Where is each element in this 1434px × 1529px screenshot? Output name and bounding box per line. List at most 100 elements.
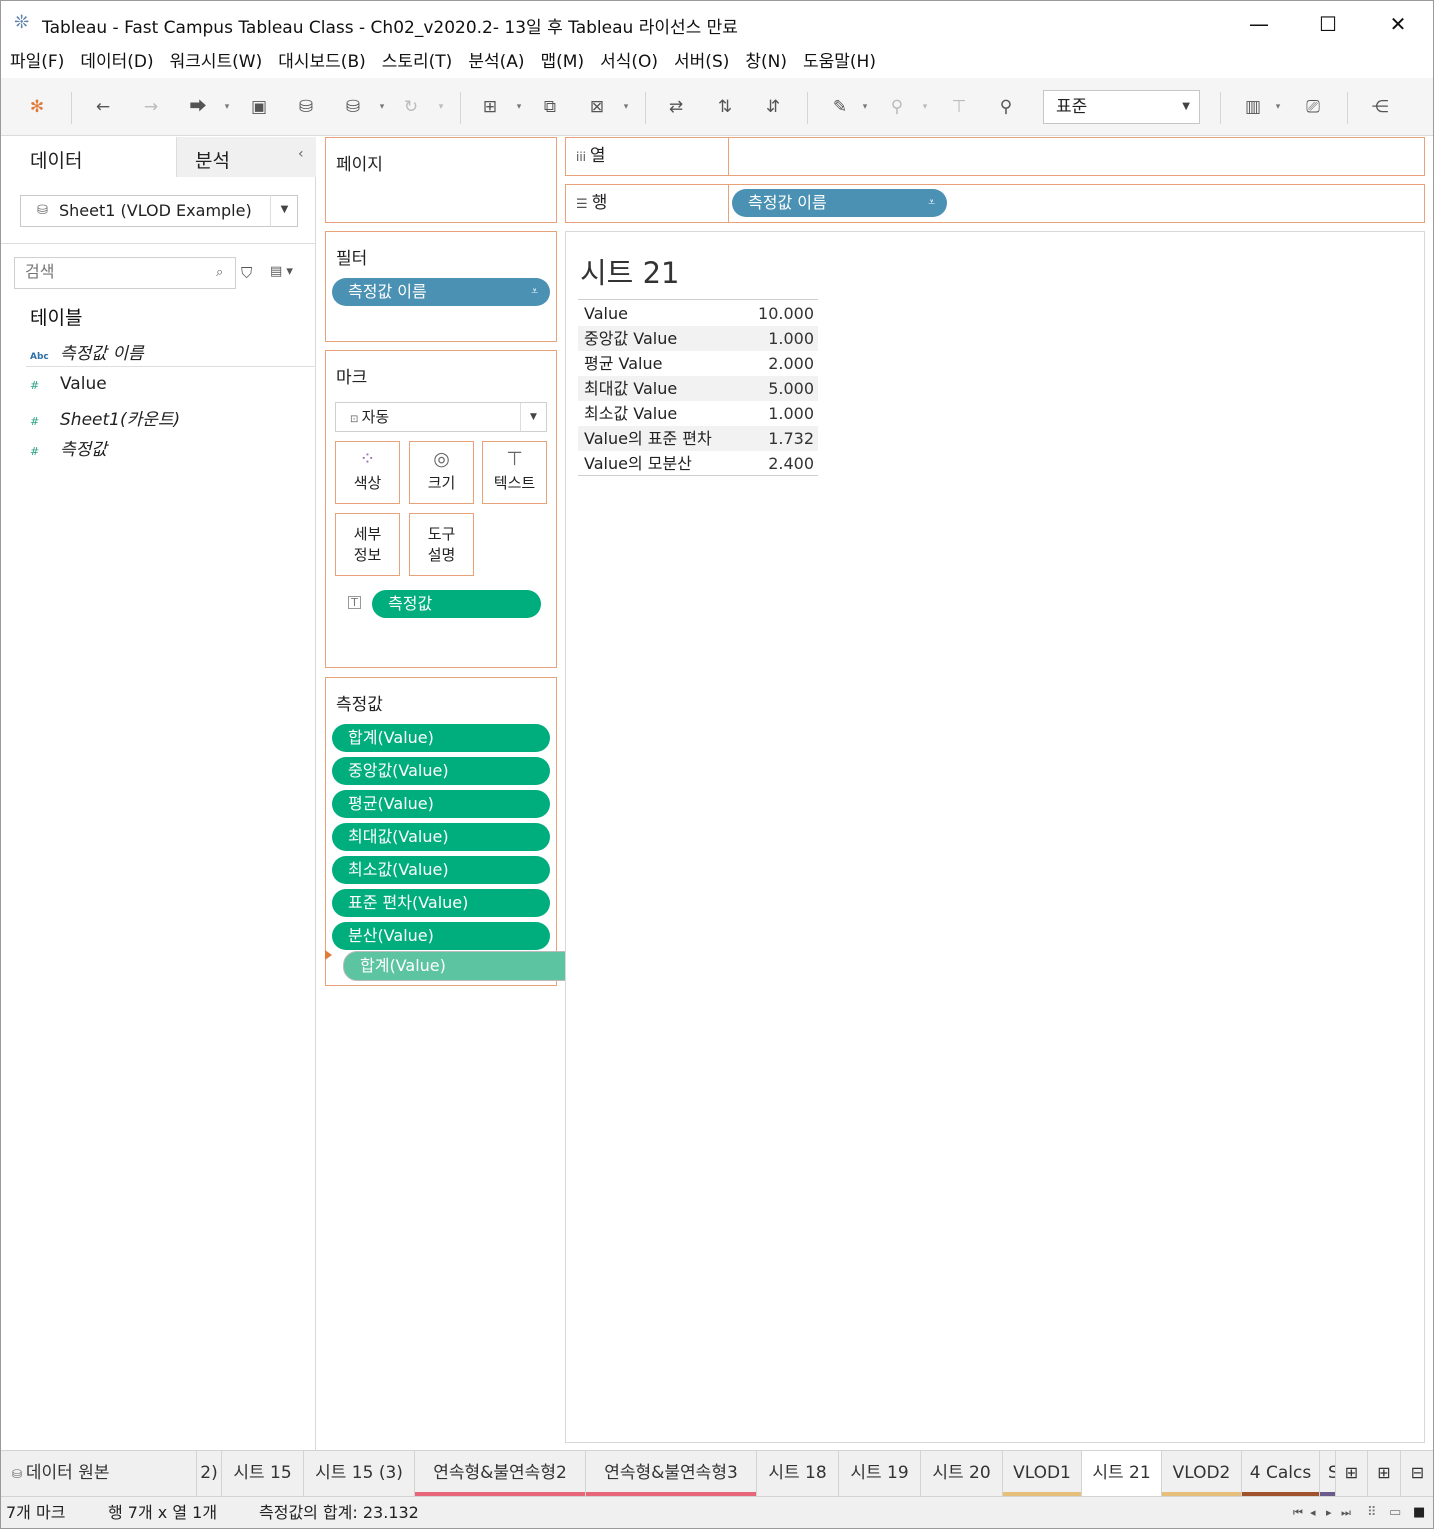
field-value[interactable]: # Value	[30, 374, 107, 394]
sheet-tab[interactable]: 시트 18	[757, 1451, 839, 1496]
mark-tooltip-button[interactable]: 도구 설명	[409, 513, 474, 576]
undo-icon[interactable]: ←	[90, 94, 116, 120]
new-worksheet-dropdown-icon[interactable]: ▾	[514, 94, 524, 120]
new-dashboard-tab-icon[interactable]: ⊞	[1368, 1451, 1401, 1496]
replay-dropdown-icon[interactable]: ▾	[222, 94, 232, 120]
table-row[interactable]: 최대값 Value 5.000	[578, 376, 818, 401]
measure-pill-max-value[interactable]: 최대값(Value)	[332, 823, 550, 851]
rows-pill-measure-names[interactable]: 측정값 이름 ⩡	[732, 189, 947, 217]
datasource-dropdown-icon[interactable]: ▼	[270, 195, 298, 227]
table-row[interactable]: Value의 모분산 2.400	[578, 451, 818, 476]
group-icon[interactable]: ⚲	[884, 94, 910, 120]
pause-updates-icon[interactable]: ⛁	[340, 94, 366, 120]
sheet-tab[interactable]: 시트 15 (3)	[304, 1451, 415, 1496]
new-datasource-icon[interactable]: ⛁	[293, 94, 319, 120]
sheet-tab[interactable]: 시트 15	[222, 1451, 304, 1496]
tab-analysis[interactable]: 분석	[176, 137, 316, 177]
refresh-icon[interactable]: ↻	[398, 94, 424, 120]
view-options-icon[interactable]: ▤ ▾	[270, 264, 293, 279]
table-row[interactable]: Value의 표준 편차 1.732	[578, 426, 818, 451]
measure-pill-sum-value[interactable]: 합계(Value)	[332, 724, 550, 752]
measure-pill-min-value[interactable]: 최소값(Value)	[332, 856, 550, 884]
search-icon[interactable]: ⌕	[216, 265, 223, 280]
show-me-icon[interactable]: ▥	[1240, 94, 1266, 120]
table-row[interactable]: 평균 Value 2.000	[578, 351, 818, 376]
tab-data-source[interactable]: ⛁ 데이터 원본	[0, 1451, 197, 1496]
sheet-tab[interactable]: VLOD2	[1162, 1451, 1242, 1496]
maximize-button[interactable]: ☐	[1305, 8, 1351, 40]
save-icon[interactable]: ▣	[246, 94, 272, 120]
mark-detail-button[interactable]: 세부 정보	[335, 513, 400, 576]
sheet-tab[interactable]: 연속형&불연속형3	[586, 1451, 757, 1496]
sort-ascending-icon[interactable]: ⇅	[712, 94, 738, 120]
menu-server[interactable]: 서버(S)	[664, 46, 729, 78]
filter-pill-measure-names[interactable]: 측정값 이름 ⩡	[332, 278, 550, 306]
redo-icon[interactable]: →	[138, 94, 164, 120]
sheet-tab[interactable]: 4 Calcs	[1242, 1451, 1320, 1496]
new-worksheet-tab-icon[interactable]: ⊞	[1336, 1451, 1368, 1496]
last-sheet-icon[interactable]: ⏭	[1341, 1497, 1351, 1528]
sheet-tab[interactable]: S	[1320, 1451, 1336, 1496]
presentation-icon[interactable]: ⎚	[1300, 94, 1326, 120]
sort-descending-icon[interactable]: ⇵	[760, 94, 786, 120]
duplicate-sheet-icon[interactable]: ⧉	[537, 94, 563, 120]
measure-pill-stdev-value[interactable]: 표준 편차(Value)	[332, 889, 550, 917]
highlight-icon[interactable]: ✎	[827, 94, 853, 120]
sheet-tab-active[interactable]: 시트 21	[1082, 1451, 1162, 1496]
pin-icon[interactable]: ⚲	[993, 94, 1019, 120]
measure-pill-var-value[interactable]: 분산(Value)	[332, 922, 550, 950]
menu-map[interactable]: 맵(M)	[531, 46, 585, 78]
mark-type-select[interactable]: ⊡ 자동 ▼	[335, 402, 547, 432]
rows-shelf[interactable]: ☰ 행	[565, 184, 1425, 223]
replay-icon[interactable]: ⮕	[185, 94, 211, 120]
tableau-icon[interactable]: ✻	[24, 94, 50, 120]
mark-text-button[interactable]: ⊤ 텍스트	[482, 441, 547, 504]
columns-shelf[interactable]: iii 열	[565, 137, 1425, 176]
field-sheet1-count[interactable]: # Sheet1(카운트)	[30, 405, 180, 430]
menu-dashboard[interactable]: 대시보드(B)	[268, 46, 366, 78]
show-me-dropdown-icon[interactable]: ▾	[1273, 94, 1283, 120]
pages-shelf[interactable]: 페이지	[325, 137, 557, 223]
filmstrip-icon[interactable]: ▭	[1389, 1497, 1401, 1528]
clear-dropdown-icon[interactable]: ▾	[621, 94, 631, 120]
pause-dropdown-icon[interactable]: ▾	[377, 94, 387, 120]
group-dropdown-icon[interactable]: ▾	[920, 94, 930, 120]
labels-icon[interactable]: ⊤	[946, 94, 972, 120]
sheet-sorter-icon[interactable]: ⠿	[1367, 1497, 1377, 1528]
mark-color-button[interactable]: ⁘ 색상	[335, 441, 400, 504]
first-sheet-icon[interactable]: ⏮	[1293, 1497, 1303, 1528]
menu-help[interactable]: 도움말(H)	[793, 46, 876, 78]
sheet-tab[interactable]: 연속형&불연속형2	[415, 1451, 586, 1496]
close-button[interactable]: ✕	[1375, 8, 1421, 40]
collapse-pane-icon[interactable]: ‹	[298, 146, 304, 162]
new-story-tab-icon[interactable]: ⊟	[1401, 1451, 1434, 1496]
sheet-tab[interactable]: 시트 20	[921, 1451, 1003, 1496]
refresh-dropdown-icon[interactable]: ▾	[436, 94, 446, 120]
fit-select[interactable]: 표준 ▼	[1043, 90, 1200, 124]
measure-pill-median-value[interactable]: 중앙값(Value)	[332, 757, 550, 785]
prev-sheet-icon[interactable]: ◂	[1310, 1497, 1316, 1528]
table-row[interactable]: 중앙값 Value 1.000	[578, 326, 818, 351]
sheet-tab[interactable]: 2)	[197, 1451, 222, 1496]
new-worksheet-icon[interactable]: ⊞	[477, 94, 503, 120]
menu-window[interactable]: 창(N)	[735, 46, 787, 78]
menu-file[interactable]: 파일(F)	[0, 46, 64, 78]
clear-sheet-icon[interactable]: ⊠	[584, 94, 610, 120]
table-row[interactable]: 최소값 Value 1.000	[578, 401, 818, 426]
menu-data[interactable]: 데이터(D)	[70, 46, 153, 78]
table-row[interactable]: Value 10.000	[578, 301, 818, 326]
menu-story[interactable]: 스토리(T)	[372, 46, 453, 78]
highlight-dropdown-icon[interactable]: ▾	[860, 94, 870, 120]
filter-icon[interactable]: ⛉	[241, 264, 252, 282]
menu-analysis[interactable]: 분석(A)	[458, 46, 524, 78]
datasource-select[interactable]: Sheet1 (VLOD Example)	[20, 195, 298, 227]
field-measure-values[interactable]: # 측정값	[30, 435, 107, 460]
search-input[interactable]	[14, 257, 236, 289]
mark-size-button[interactable]: ◎ 크기	[409, 441, 474, 504]
text-pill-measure-values[interactable]: 측정값	[372, 590, 541, 618]
tabs-view-icon[interactable]: ■	[1413, 1497, 1425, 1528]
swap-icon[interactable]: ⇄	[663, 94, 689, 120]
tab-data[interactable]: 데이터	[0, 137, 176, 177]
measure-pill-avg-value[interactable]: 평균(Value)	[332, 790, 550, 818]
minimize-button[interactable]: —	[1236, 8, 1282, 40]
